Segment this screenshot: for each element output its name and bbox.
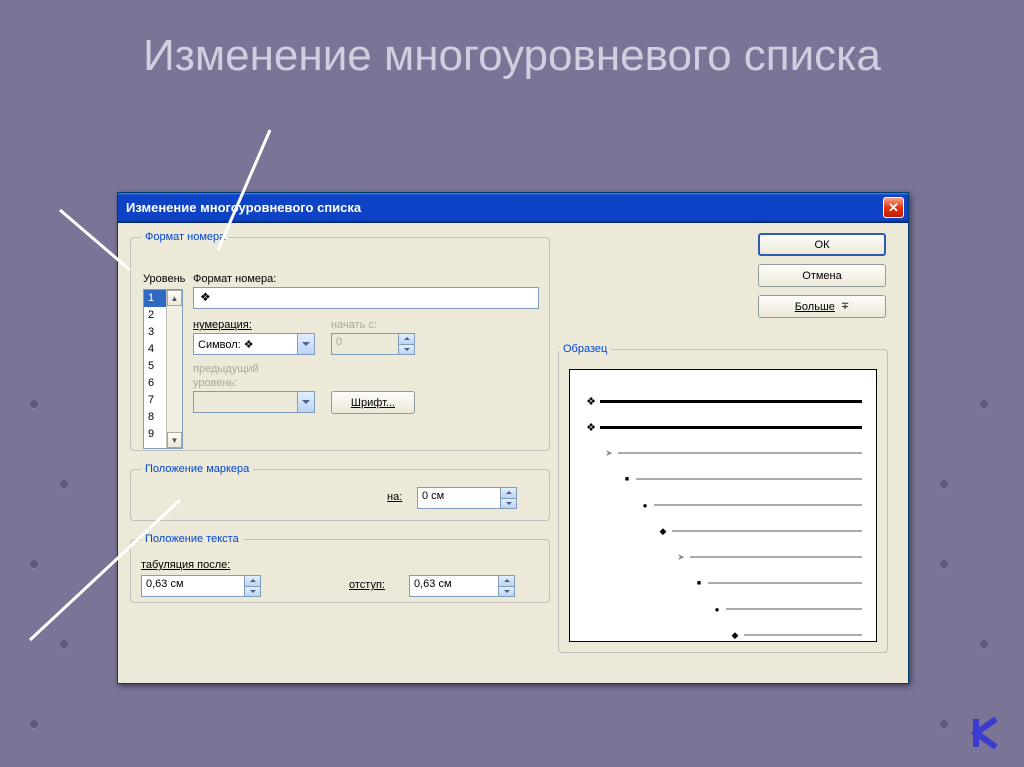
level-item-1[interactable]: 1 <box>144 290 166 307</box>
spin-down-icon[interactable] <box>500 499 516 509</box>
spinner-buttons[interactable] <box>498 576 514 596</box>
preview-bullet-icon <box>620 476 634 483</box>
scroll-track[interactable] <box>167 306 182 432</box>
level-item-3[interactable]: 3 <box>144 324 166 341</box>
preview-line <box>654 504 862 506</box>
marker-position-spinner[interactable]: 0 см <box>417 487 517 509</box>
slide-title: Изменение многоуровневого списка <box>0 30 1024 83</box>
level-item-4[interactable]: 4 <box>144 341 166 358</box>
chevron-down-icon[interactable] <box>297 334 314 354</box>
dialog-window: Изменение многоуровневого списка ✕ Форма… <box>117 192 909 684</box>
preview-bullet-icon <box>602 448 616 459</box>
prev-level-combo <box>193 391 315 413</box>
level-item-6[interactable]: 6 <box>144 375 166 392</box>
close-button[interactable]: ✕ <box>883 197 904 218</box>
level-item-8[interactable]: 8 <box>144 409 166 426</box>
label-format: Формат номера: <box>193 273 276 285</box>
level-item-2[interactable]: 2 <box>144 307 166 324</box>
ok-button[interactable]: ОК <box>758 233 886 256</box>
preview-box <box>569 369 877 642</box>
level-listbox[interactable]: 1 2 3 4 5 6 7 8 9 ▲ ▼ <box>143 289 183 449</box>
level-scrollbar[interactable]: ▲ ▼ <box>166 290 182 448</box>
close-icon: ✕ <box>888 200 899 216</box>
spinner-buttons <box>398 334 414 354</box>
more-arrow-icon: ∓ <box>841 301 849 312</box>
legend-preview: Образец <box>559 343 611 355</box>
label-numbering: нумерация: <box>193 319 252 331</box>
preview-bullet-icon <box>710 605 724 614</box>
spin-up-icon[interactable] <box>244 576 260 587</box>
cancel-button[interactable]: Отмена <box>758 264 886 287</box>
preview-line <box>726 608 862 610</box>
group-number-format: Формат номера Уровень Формат номера: 1 2… <box>130 231 550 451</box>
spin-up-icon <box>398 334 414 345</box>
level-items: 1 2 3 4 5 6 7 8 9 <box>144 290 166 448</box>
scroll-up-icon[interactable]: ▲ <box>167 290 182 306</box>
label-tab-after: табуляция после: <box>141 559 230 571</box>
preview-line <box>672 530 862 532</box>
indent-spinner[interactable]: 0,63 см <box>409 575 515 597</box>
preview-bullet-icon <box>728 630 742 641</box>
preview-bullet-icon <box>656 526 670 537</box>
preview-bullet-icon <box>692 580 706 587</box>
spin-down-icon[interactable] <box>244 587 260 597</box>
preview-bullet-icon <box>584 421 598 434</box>
label-prev-level-1: предыдущий <box>193 363 259 375</box>
preview-line <box>708 582 862 584</box>
nav-prev-icon[interactable] <box>968 715 1004 751</box>
level-item-7[interactable]: 7 <box>144 392 166 409</box>
numbering-combo[interactable]: Символ: ❖ <box>193 333 315 355</box>
preview-bullet-icon <box>584 395 598 408</box>
label-prev-level-2: уровень: <box>193 377 237 389</box>
spin-down-icon <box>398 345 414 355</box>
legend-marker: Положение маркера <box>141 463 253 475</box>
spin-up-icon[interactable] <box>500 488 516 499</box>
label-marker-at: на: <box>387 491 402 503</box>
label-level: Уровень <box>143 273 185 285</box>
preview-line <box>636 478 862 480</box>
font-button[interactable]: Шрифт... <box>331 391 415 414</box>
preview-line <box>600 400 862 403</box>
spin-up-icon[interactable] <box>498 576 514 587</box>
preview-line <box>690 556 862 558</box>
tab-after-spinner[interactable]: 0,63 см <box>141 575 261 597</box>
label-start-at: начать с: <box>331 319 377 331</box>
spinner-buttons[interactable] <box>244 576 260 596</box>
preview-line <box>600 426 862 429</box>
group-marker-position: Положение маркера на: 0 см <box>130 463 550 521</box>
more-button[interactable]: Больше∓ <box>758 295 886 318</box>
legend-text: Положение текста <box>141 533 243 545</box>
label-indent: отступ: <box>349 579 385 591</box>
dialog-title: Изменение многоуровневого списка <box>126 200 361 215</box>
spinner-buttons[interactable] <box>500 488 516 508</box>
group-preview: Образец <box>558 343 888 653</box>
level-item-9[interactable]: 9 <box>144 426 166 443</box>
dialog-body: Формат номера Уровень Формат номера: 1 2… <box>118 223 908 683</box>
chevron-down-icon <box>297 392 314 412</box>
group-text-position: Положение текста табуляция после: 0,63 с… <box>130 533 550 603</box>
preview-line <box>618 452 862 454</box>
preview-line <box>744 634 862 636</box>
legend-format: Формат номера <box>141 231 229 243</box>
scroll-down-icon[interactable]: ▼ <box>167 432 182 448</box>
start-at-spinner: 0 <box>331 333 415 355</box>
level-item-5[interactable]: 5 <box>144 358 166 375</box>
preview-bullet-icon <box>674 552 688 563</box>
number-format-input[interactable]: ❖ <box>193 287 539 309</box>
spin-down-icon[interactable] <box>498 587 514 597</box>
preview-bullet-icon <box>638 501 652 510</box>
dialog-titlebar[interactable]: Изменение многоуровневого списка ✕ <box>118 193 908 223</box>
dialog-button-column: ОК Отмена Больше∓ <box>758 233 886 326</box>
